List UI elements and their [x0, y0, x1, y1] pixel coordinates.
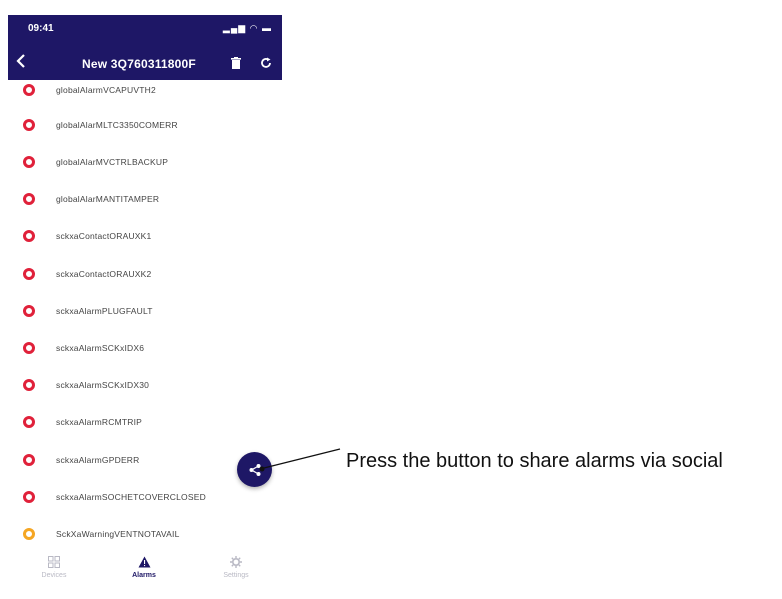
callout-leader-line	[259, 448, 341, 472]
callout-dot	[259, 466, 265, 472]
callout-text: Press the button to share alarms via soc…	[346, 450, 723, 472]
